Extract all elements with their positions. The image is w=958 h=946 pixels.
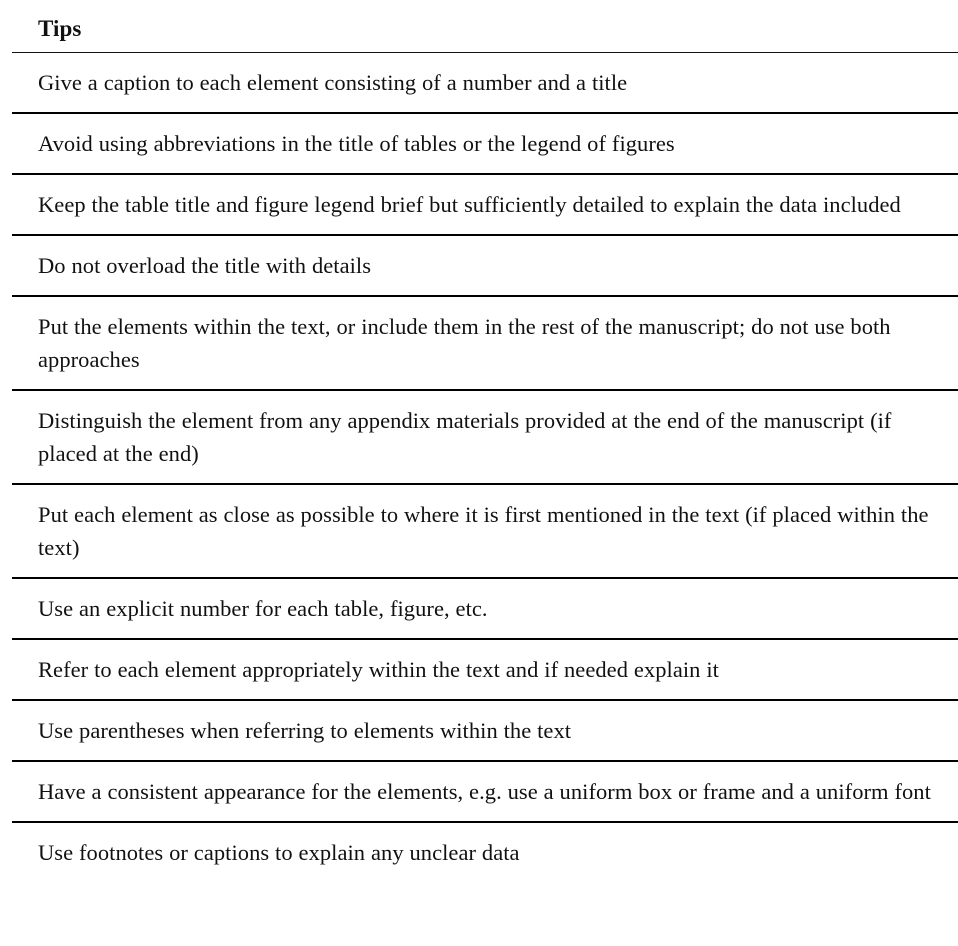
table-row: Use parentheses when referring to elemen… (12, 701, 958, 763)
table-row: Use footnotes or captions to explain any… (12, 823, 958, 882)
table-row: Distinguish the element from any appendi… (12, 391, 958, 486)
tip-text: Use parentheses when referring to elemen… (38, 718, 572, 744)
tip-text: Give a caption to each element consistin… (38, 70, 628, 96)
table-row: Do not overload the title with details (12, 236, 958, 298)
table-header-title: Tips (38, 16, 82, 41)
tip-text: Refer to each element appropriately with… (38, 657, 719, 683)
table-row: Avoid using abbreviations in the title o… (12, 114, 958, 176)
table-row: Give a caption to each element consistin… (12, 53, 958, 115)
tip-text: Put each element as close as possible to… (38, 502, 929, 561)
tip-text: Have a consistent appearance for the ele… (38, 779, 931, 805)
table-header-row: Tips (12, 0, 958, 54)
table-row: Use an explicit number for each table, f… (12, 579, 958, 641)
tips-table: Tips Give a caption to each element cons… (0, 0, 958, 882)
tip-text: Do not overload the title with details (38, 253, 372, 279)
table-row: Put each element as close as possible to… (12, 485, 958, 580)
table-row: Keep the table title and figure legend b… (12, 175, 958, 237)
tip-text: Keep the table title and figure legend b… (38, 192, 901, 218)
tip-text: Distinguish the element from any appendi… (38, 408, 892, 467)
tip-text: Use footnotes or captions to explain any… (38, 840, 520, 866)
tip-text: Use an explicit number for each table, f… (38, 596, 488, 622)
tip-text: Avoid using abbreviations in the title o… (38, 131, 675, 157)
table-row: Refer to each element appropriately with… (12, 640, 958, 702)
tip-text: Put the elements within the text, or inc… (38, 314, 891, 373)
table-row: Have a consistent appearance for the ele… (12, 762, 958, 824)
table-row: Put the elements within the text, or inc… (12, 297, 958, 392)
